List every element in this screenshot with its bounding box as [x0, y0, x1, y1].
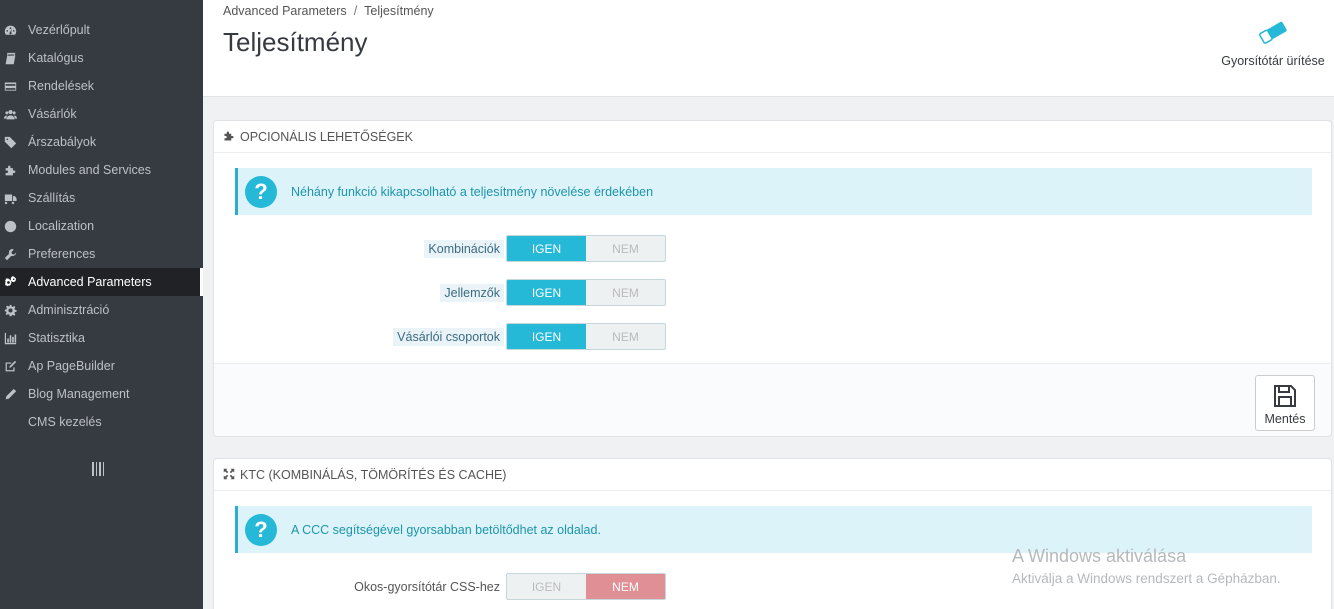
alert-text: Néhány funkció kikapcsolható a teljesítm… [291, 184, 654, 199]
sidebar-item-administration[interactable]: Adminisztráció [0, 296, 203, 324]
sidebar-item-label: Árszabályok [28, 135, 97, 149]
form-row-customer-groups: Vásárlói csoportok IGEN NEM [214, 323, 1333, 351]
panel-title: OPCIONÁLIS LEHETŐSÉGEK [240, 129, 413, 144]
switch-no[interactable]: NEM [586, 280, 665, 305]
sidebar-item-label: Localization [28, 219, 95, 233]
breadcrumb-item: Teljesítmény [364, 4, 434, 18]
smart-cache-css-switch[interactable]: IGEN NEM [506, 573, 666, 600]
switch-no[interactable]: NEM [586, 324, 665, 349]
switch-yes[interactable]: IGEN [507, 236, 586, 261]
sidebar: Vezérlőpult Katalógus Rendelések Vásárló… [0, 0, 203, 609]
sidebar-item-label: Advanced Parameters [28, 275, 152, 289]
page-header: Advanced Parameters / Teljesítmény Teljesí… [203, 0, 1334, 97]
field-label: Jellemzők [440, 284, 504, 302]
alert-text: A CCC segítségével gyorsabban betöltődhe… [291, 522, 601, 537]
ccc-panel: KTC (KOMBINÁLÁS, TÖMÖRÍTÉS ÉS CACHE) ? A… [213, 458, 1332, 609]
sidebar-item-cms[interactable]: CMS kezelés [0, 408, 203, 436]
truck-icon [2, 191, 18, 205]
clear-cache-button[interactable]: Gyorsítótár ürítése [1218, 20, 1328, 72]
sidebar-item-stats[interactable]: Statisztika [0, 324, 203, 352]
sidebar-item-price-rules[interactable]: Árszabályok [0, 128, 203, 156]
field-label: Okos-gyorsítótár CSS-hez [354, 580, 500, 594]
users-icon [2, 107, 18, 121]
field-label: Vásárlói csoportok [393, 328, 504, 346]
credit-card-icon [2, 79, 18, 93]
sidebar-item-label: Vásárlók [28, 107, 77, 121]
sidebar-item-advanced-parameters[interactable]: Advanced Parameters [0, 268, 203, 296]
breadcrumb-separator: / [353, 4, 358, 18]
form-row-features: Jellemzők IGEN NEM [214, 279, 1333, 307]
windows-activation-title: A Windows aktiválása [1012, 546, 1187, 566]
sidebar-item-label: Statisztika [28, 331, 85, 345]
sidebar-item-label: Vezérlőpult [28, 23, 90, 37]
panel-heading: OPCIONÁLIS LEHETŐSÉGEK [214, 121, 1331, 153]
switch-yes[interactable]: IGEN [507, 324, 586, 349]
puzzle-icon [223, 130, 236, 143]
sidebar-item-ap-pagebuilder[interactable]: Ap PageBuilder [0, 352, 203, 380]
pencil-icon [2, 387, 18, 401]
breadcrumb-item[interactable]: Advanced Parameters [223, 4, 347, 18]
book-icon [2, 51, 18, 65]
sidebar-item-preferences[interactable]: Preferences [0, 240, 203, 268]
floppy-icon [1256, 383, 1314, 409]
switch-yes[interactable]: IGEN [507, 574, 586, 599]
windows-activation-subtitle: Aktiválja a Windows rendszert a Gépházba… [1012, 571, 1281, 586]
sidebar-item-label: Ap PageBuilder [28, 359, 115, 373]
sidebar-item-catalog[interactable]: Katalógus [0, 44, 203, 72]
wrench-icon [2, 247, 18, 261]
question-icon: ? [245, 513, 277, 546]
sidebar-item-label: Szállítás [28, 191, 76, 205]
sidebar-item-blog-management[interactable]: Blog Management [0, 380, 203, 408]
dashboard-icon [2, 23, 18, 37]
panel-heading: KTC (KOMBINÁLÁS, TÖMÖRÍTÉS ÉS CACHE) [214, 459, 1331, 491]
page-title: Teljesítmény [223, 27, 368, 57]
form-row-combinations: Kombinációk IGEN NEM [214, 235, 1333, 263]
tags-icon [2, 135, 18, 149]
eraser-icon [1218, 20, 1328, 44]
bar-chart-icon [2, 331, 18, 345]
sidebar-item-label: CMS kezelés [28, 415, 102, 429]
question-icon: ? [245, 175, 277, 208]
info-alert: ? Néhány funkció kikapcsolható a teljesí… [235, 168, 1312, 215]
clear-cache-label: Gyorsítótár ürítése [1221, 54, 1325, 68]
cogs-icon [2, 275, 18, 289]
sidebar-item-localization[interactable]: Localization [0, 212, 203, 240]
switch-no[interactable]: NEM [586, 574, 665, 599]
panel-title: KTC (KOMBINÁLÁS, TÖMÖRÍTÉS ÉS CACHE) [240, 467, 507, 482]
sidebar-item-orders[interactable]: Rendelések [0, 72, 203, 100]
expand-icon [223, 468, 236, 481]
sidebar-item-label: Adminisztráció [28, 303, 110, 317]
sidebar-item-shipping[interactable]: Szállítás [0, 184, 203, 212]
sidebar-item-label: Blog Management [28, 387, 130, 401]
switch-yes[interactable]: IGEN [507, 280, 586, 305]
sidebar-item-modules[interactable]: Modules and Services [0, 156, 203, 184]
combinations-switch[interactable]: IGEN NEM [506, 235, 666, 262]
sidebar-item-customers[interactable]: Vásárlók [0, 100, 203, 128]
features-switch[interactable]: IGEN NEM [506, 279, 666, 306]
globe-icon [2, 219, 18, 233]
field-label: Kombinációk [424, 240, 504, 258]
save-label: Mentés [1264, 412, 1306, 426]
collapse-bars-icon[interactable] [92, 462, 104, 476]
breadcrumb: Advanced Parameters / Teljesítmény [223, 4, 434, 18]
customer-groups-switch[interactable]: IGEN NEM [506, 323, 666, 350]
sidebar-item-label: Modules and Services [28, 163, 151, 177]
edit-icon [2, 359, 18, 373]
puzzle-icon [2, 163, 18, 177]
save-button[interactable]: Mentés [1255, 375, 1315, 431]
optional-features-panel: OPCIONÁLIS LEHETŐSÉGEK ? Néhány funkció … [213, 120, 1332, 437]
sidebar-item-label: Rendelések [28, 79, 95, 93]
sidebar-item-dashboard[interactable]: Vezérlőpult [0, 16, 203, 44]
gear-icon [2, 303, 18, 317]
switch-no[interactable]: NEM [586, 236, 665, 261]
panel-footer: Mentés [214, 363, 1331, 436]
sidebar-item-label: Katalógus [28, 51, 84, 65]
sidebar-item-label: Preferences [28, 247, 96, 261]
